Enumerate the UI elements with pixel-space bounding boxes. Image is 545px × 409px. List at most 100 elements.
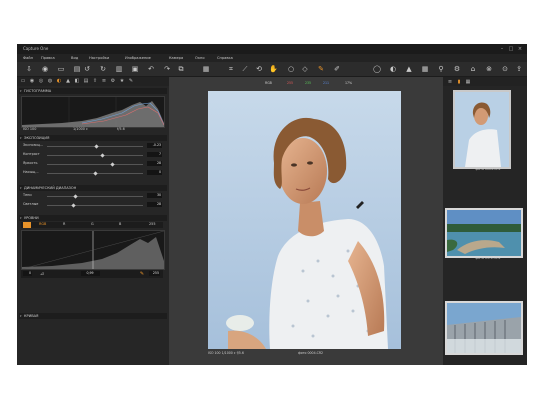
dynamic-range-header[interactable]: ▾ ДИНАМИЧЕСКИЙ ДИАПАЗОН <box>19 185 167 191</box>
menu-image[interactable]: Изображение <box>125 54 151 62</box>
exposure-slider-knob[interactable] <box>110 162 115 167</box>
lock-icon[interactable]: ⊙ <box>501 65 509 73</box>
menu-edit[interactable]: Правка <box>41 54 55 62</box>
levels-header[interactable]: ▾ УРОВНИ <box>19 215 167 221</box>
picker-icon[interactable]: ◇ <box>301 65 309 73</box>
curve-header[interactable]: ▾ КРИВАЯ <box>19 313 167 319</box>
rotate-icon[interactable]: ⟲ <box>255 65 263 73</box>
minimize-button[interactable]: – <box>499 46 505 52</box>
straighten-icon[interactable]: ⟋ <box>241 65 249 73</box>
picker-orange-icon[interactable]: ✎ <box>139 271 145 277</box>
exposure-slider-knob[interactable] <box>100 153 105 158</box>
rotate-left-icon[interactable]: ↺ <box>83 65 91 73</box>
dynamic-range-value-field[interactable]: 28 <box>147 202 162 207</box>
eyedropper-icon[interactable]: ⊿ <box>39 271 45 277</box>
capture-icon[interactable]: ◉ <box>41 65 49 73</box>
dynamic-range-slider[interactable] <box>47 196 143 197</box>
pen-icon[interactable]: ✐ <box>333 65 341 73</box>
magnify-icon[interactable]: ⚲ <box>437 65 445 73</box>
exposure-label: Яркость <box>23 161 38 165</box>
stop-icon[interactable]: ⊗ <box>485 65 493 73</box>
color-readout: RGB 255 235 211 17% <box>265 80 415 87</box>
detail-tab-icon[interactable]: ▲ <box>65 78 71 84</box>
brush-icon[interactable]: ✎ <box>317 65 325 73</box>
filter-icon[interactable]: ▮ <box>456 79 462 85</box>
menu-help[interactable]: Справка <box>217 54 233 62</box>
alert-icon[interactable]: ▲ <box>405 65 413 73</box>
readout-g: 235 <box>305 81 312 85</box>
levels-black-point[interactable]: 0 <box>23 271 32 276</box>
undo-icon[interactable]: ↶ <box>147 65 155 73</box>
share-icon[interactable]: ⇪ <box>515 65 523 73</box>
delete-icon[interactable]: ▥ <box>115 65 123 73</box>
dynamic-range-slider-knob[interactable] <box>73 194 78 199</box>
histogram-header[interactable]: ▾ ГИСТОГРАММА <box>19 88 167 94</box>
exposure-slider[interactable] <box>47 164 143 165</box>
sort-icon[interactable]: ≡ <box>447 79 453 85</box>
exposure-header[interactable]: ▾ ЭКСПОЗИЦИЯ <box>19 135 167 141</box>
grid-icon[interactable]: ▦ <box>202 65 210 73</box>
save-icon[interactable]: ▣ <box>131 65 139 73</box>
channel-rgb-tab[interactable]: RGB <box>39 222 46 227</box>
menu-file[interactable]: Файл <box>23 54 33 62</box>
exposure-slider-knob[interactable] <box>94 144 100 149</box>
curve-title: КРИВАЯ <box>24 314 39 318</box>
hand-icon[interactable]: ✋ <box>269 65 278 73</box>
main-photo[interactable] <box>208 91 401 349</box>
grid-view-icon[interactable]: ▦ <box>421 65 429 73</box>
capture-tab-icon[interactable]: ◉ <box>29 78 35 84</box>
lens-tab-icon[interactable]: ◎ <box>38 78 44 84</box>
thumbnail[interactable] <box>445 301 523 355</box>
compare-icon[interactable]: ◐ <box>389 65 397 73</box>
local-tab-icon[interactable]: ◧ <box>74 78 80 84</box>
dynamic-range-slider-knob[interactable] <box>71 203 76 208</box>
exposure-value-field[interactable]: 7 <box>147 152 162 157</box>
color-tab-icon[interactable]: ◍ <box>47 78 53 84</box>
exposure-value-field[interactable]: 0 <box>147 170 162 175</box>
channel-r-tab[interactable]: R <box>63 222 65 227</box>
levels-graph <box>22 231 164 269</box>
quick-tab-icon[interactable]: ★ <box>119 78 125 84</box>
zoom-icon[interactable]: ◯ <box>373 65 381 73</box>
channel-g-tab[interactable]: G <box>91 222 94 227</box>
menu-camera[interactable]: Камера <box>169 54 183 62</box>
library-tab-icon[interactable]: ▭ <box>20 78 26 84</box>
exposure-slider-knob[interactable] <box>92 171 98 176</box>
thumbnail[interactable] <box>445 208 523 258</box>
levels-midpoint[interactable]: 0,99 <box>81 271 100 276</box>
batch-tab-icon[interactable]: ≡ <box>101 78 107 84</box>
thumbnail-caption: фото 0172.CR2 <box>475 256 501 260</box>
copy-icon[interactable]: ⧉ <box>177 65 185 73</box>
menu-window[interactable]: Окно <box>195 54 205 62</box>
maximize-button[interactable]: □ <box>508 46 514 52</box>
styles-tab-icon[interactable]: ✎ <box>128 78 134 84</box>
channel-b-tab[interactable]: B <box>119 222 121 227</box>
browser-icon[interactable]: ▭ <box>57 65 65 73</box>
collapse-icon: ▾ <box>20 216 22 220</box>
redo-icon[interactable]: ↷ <box>163 65 171 73</box>
collapse-icon: ▾ <box>20 314 22 318</box>
exposure-value-field[interactable]: 28 <box>147 161 162 166</box>
menu-view[interactable]: Вид <box>71 54 78 62</box>
view-icon[interactable]: ▦ <box>465 79 471 85</box>
loupe-icon[interactable]: ○ <box>287 65 295 73</box>
import-icon[interactable]: ⇩ <box>25 65 33 73</box>
levels-white-point[interactable]: 255 <box>149 271 160 276</box>
metadata-tab-icon[interactable]: ▤ <box>83 78 89 84</box>
exposure-slider[interactable] <box>47 155 143 156</box>
close-button[interactable]: × <box>517 46 523 52</box>
photo-caption: ISO 100 1/1000 с f/5.6 фото 0004.CR2 <box>208 350 401 356</box>
folder-icon[interactable]: ▤ <box>73 65 81 73</box>
dynamic-range-slider[interactable] <box>47 205 143 206</box>
thumbnail-selected[interactable] <box>453 90 511 169</box>
exposure-value-field[interactable]: -0.23 <box>147 143 162 148</box>
rotate-right-icon[interactable]: ↻ <box>99 65 107 73</box>
crop-icon[interactable]: ⌗ <box>227 65 235 73</box>
dynamic-range-value-field[interactable]: 30 <box>147 193 162 198</box>
menu-settings[interactable]: Настройки <box>89 54 109 62</box>
home-icon[interactable]: ⌂ <box>469 65 477 73</box>
adjust-tab-icon[interactable]: ⚙ <box>110 78 116 84</box>
exposure-tab-icon[interactable]: ◐ <box>56 78 62 84</box>
settings-icon[interactable]: ⚙ <box>453 65 461 73</box>
output-tab-icon[interactable]: ⇪ <box>92 78 98 84</box>
